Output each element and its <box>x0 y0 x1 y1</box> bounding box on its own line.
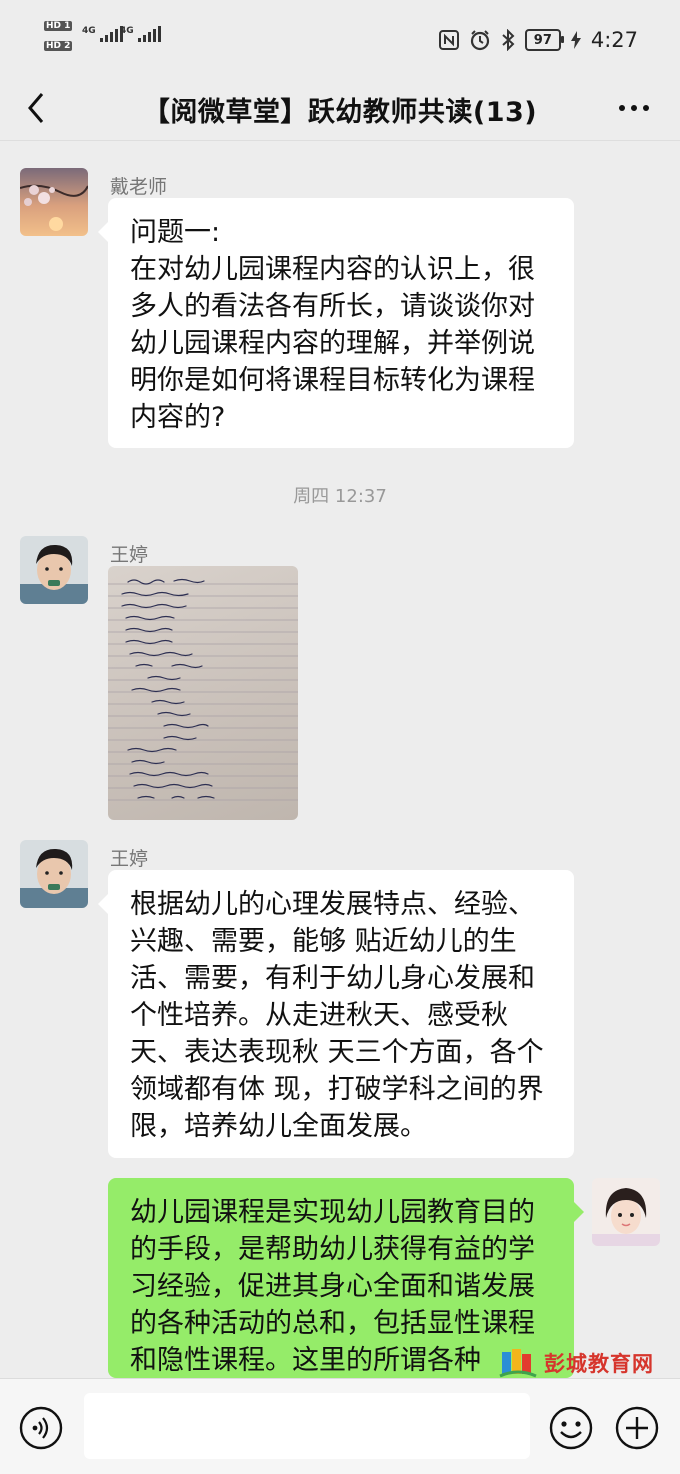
hd2-indicator: HD 2 <box>44 41 73 51</box>
sender-name: 王婷 <box>110 848 149 870</box>
message-bubble[interactable]: 根据幼儿的心理发展特点、经验、兴趣、需要，能够 贴近幼儿的生活、需要，有利于幼儿… <box>98 870 574 1158</box>
plus-icon[interactable] <box>614 1405 660 1451</box>
chat-title: 【阅微草堂】跃幼教师共读(13) <box>142 97 538 128</box>
handwritten-notes-photo[interactable] <box>108 566 298 820</box>
status-bar: HD 1 HD 2 4G 4G 97 4:27 <box>0 0 680 78</box>
more-options-icon[interactable] <box>616 98 652 118</box>
chat-header: 【阅微草堂】跃幼教师共读(13) <box>0 78 680 141</box>
avatar[interactable] <box>20 840 88 908</box>
watermark-text: 彭城教育网 <box>544 1352 654 1376</box>
sender-name: 戴老师 <box>110 176 168 198</box>
emoji-icon[interactable] <box>548 1405 594 1451</box>
signal-group: HD 1 HD 2 4G 4G <box>44 20 174 60</box>
input-bar <box>0 1378 680 1474</box>
status-right: 97 4:27 <box>438 26 638 54</box>
watermark-logo-icon <box>499 1349 537 1378</box>
charging-icon <box>570 31 581 49</box>
signal-icon: 4G <box>120 26 161 42</box>
sender-name: 王婷 <box>110 544 149 566</box>
battery-icon: 97 <box>524 29 564 51</box>
signal-icon: 4G <box>82 26 123 42</box>
watermark: 彭城教育网 <box>498 1346 654 1380</box>
timestamp: 周四 12:37 <box>293 486 387 507</box>
bluetooth-icon <box>502 29 515 51</box>
hd1-indicator: HD 1 <box>44 21 73 31</box>
message-bubble[interactable]: 问题一: 在对幼儿园课程内容的认识上，很多人的看法各有所长，请谈谈你对幼儿园课程… <box>98 198 574 448</box>
avatar-self[interactable] <box>592 1178 660 1246</box>
message-input[interactable] <box>84 1393 530 1459</box>
avatar[interactable] <box>20 168 88 236</box>
nfc-icon <box>438 30 459 50</box>
voice-icon[interactable] <box>18 1405 64 1451</box>
alarm-icon <box>470 30 489 51</box>
avatar[interactable] <box>20 536 88 604</box>
clock: 4:27 <box>590 28 638 52</box>
